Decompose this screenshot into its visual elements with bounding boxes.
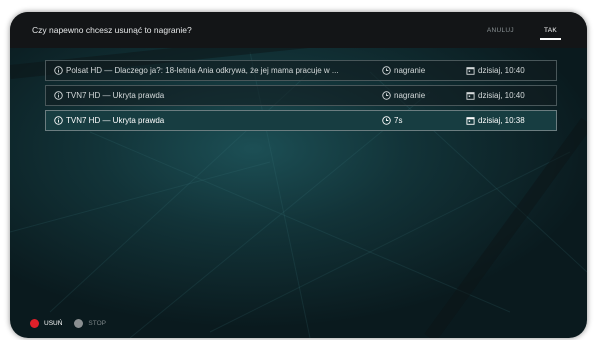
stop-hint-label: STOP (88, 320, 107, 327)
recording-date-cell: dzisiaj, 10:40 (466, 86, 525, 105)
red-button-icon (30, 319, 39, 328)
recordings-list: Polsat HD — Dlaczego ja?: 18-letnia Ania… (45, 60, 557, 135)
confirm-dialog-bar: Czy napewno chcesz usunąć to nagranie? A… (10, 12, 587, 48)
recording-date-cell: dzisiaj, 10:38 (466, 111, 525, 130)
recording-title: TVN7 HD — Ukryta prawda (66, 116, 165, 125)
remote-hints: USUŃ STOP (30, 319, 106, 328)
recording-status-cell: 7s (382, 111, 402, 130)
calendar-icon (466, 91, 475, 100)
recording-title: Polsat HD — Dlaczego ja?: 18-letnia Ania… (66, 66, 339, 75)
info-circle-icon (54, 91, 63, 100)
recording-row[interactable]: Polsat HD — Dlaczego ja?: 18-letnia Ania… (45, 60, 557, 81)
info-circle-icon (54, 66, 63, 75)
recording-status: nagranie (394, 66, 426, 75)
confirm-button[interactable]: TAK (538, 23, 563, 40)
recording-status-cell: nagranie (382, 61, 425, 80)
recording-title-cell: Polsat HD — Dlaczego ja?: 18-letnia Ania… (54, 61, 380, 80)
delete-hint-label: USUŃ (44, 320, 63, 327)
grey-button-icon (74, 319, 84, 328)
info-circle-icon (54, 116, 63, 125)
dialog-question: Czy napewno chcesz usunąć to nagranie? (32, 25, 192, 35)
stop-hint[interactable]: STOP (74, 319, 106, 328)
recording-status: nagranie (394, 91, 426, 100)
recording-title-cell: TVN7 HD — Ukryta prawda (54, 86, 380, 105)
dialog-actions: ANULUJ TAK (481, 12, 563, 48)
recording-date-cell: dzisiaj, 10:40 (466, 61, 525, 80)
recording-date: dzisiaj, 10:38 (478, 116, 525, 125)
cancel-button[interactable]: ANULUJ (481, 23, 520, 38)
recording-title: TVN7 HD — Ukryta prawda (66, 91, 165, 100)
clock-icon (382, 66, 391, 75)
recording-date: dzisiaj, 10:40 (478, 66, 525, 75)
clock-icon (382, 91, 391, 100)
recording-status-cell: nagranie (382, 86, 425, 105)
recording-row[interactable]: TVN7 HD — Ukryta prawda nagranie dzisiaj… (45, 85, 557, 106)
recording-title-cell: TVN7 HD — Ukryta prawda (54, 111, 380, 130)
delete-hint[interactable]: USUŃ (30, 319, 62, 328)
recording-status: 7s (394, 116, 403, 125)
tv-screen: Czy napewno chcesz usunąć to nagranie? A… (10, 12, 587, 338)
calendar-icon (466, 66, 475, 75)
calendar-icon (466, 116, 475, 125)
recording-date: dzisiaj, 10:40 (478, 91, 525, 100)
clock-icon (382, 116, 391, 125)
recording-row-selected[interactable]: TVN7 HD — Ukryta prawda 7s dzisiaj, 10:3… (45, 110, 557, 131)
